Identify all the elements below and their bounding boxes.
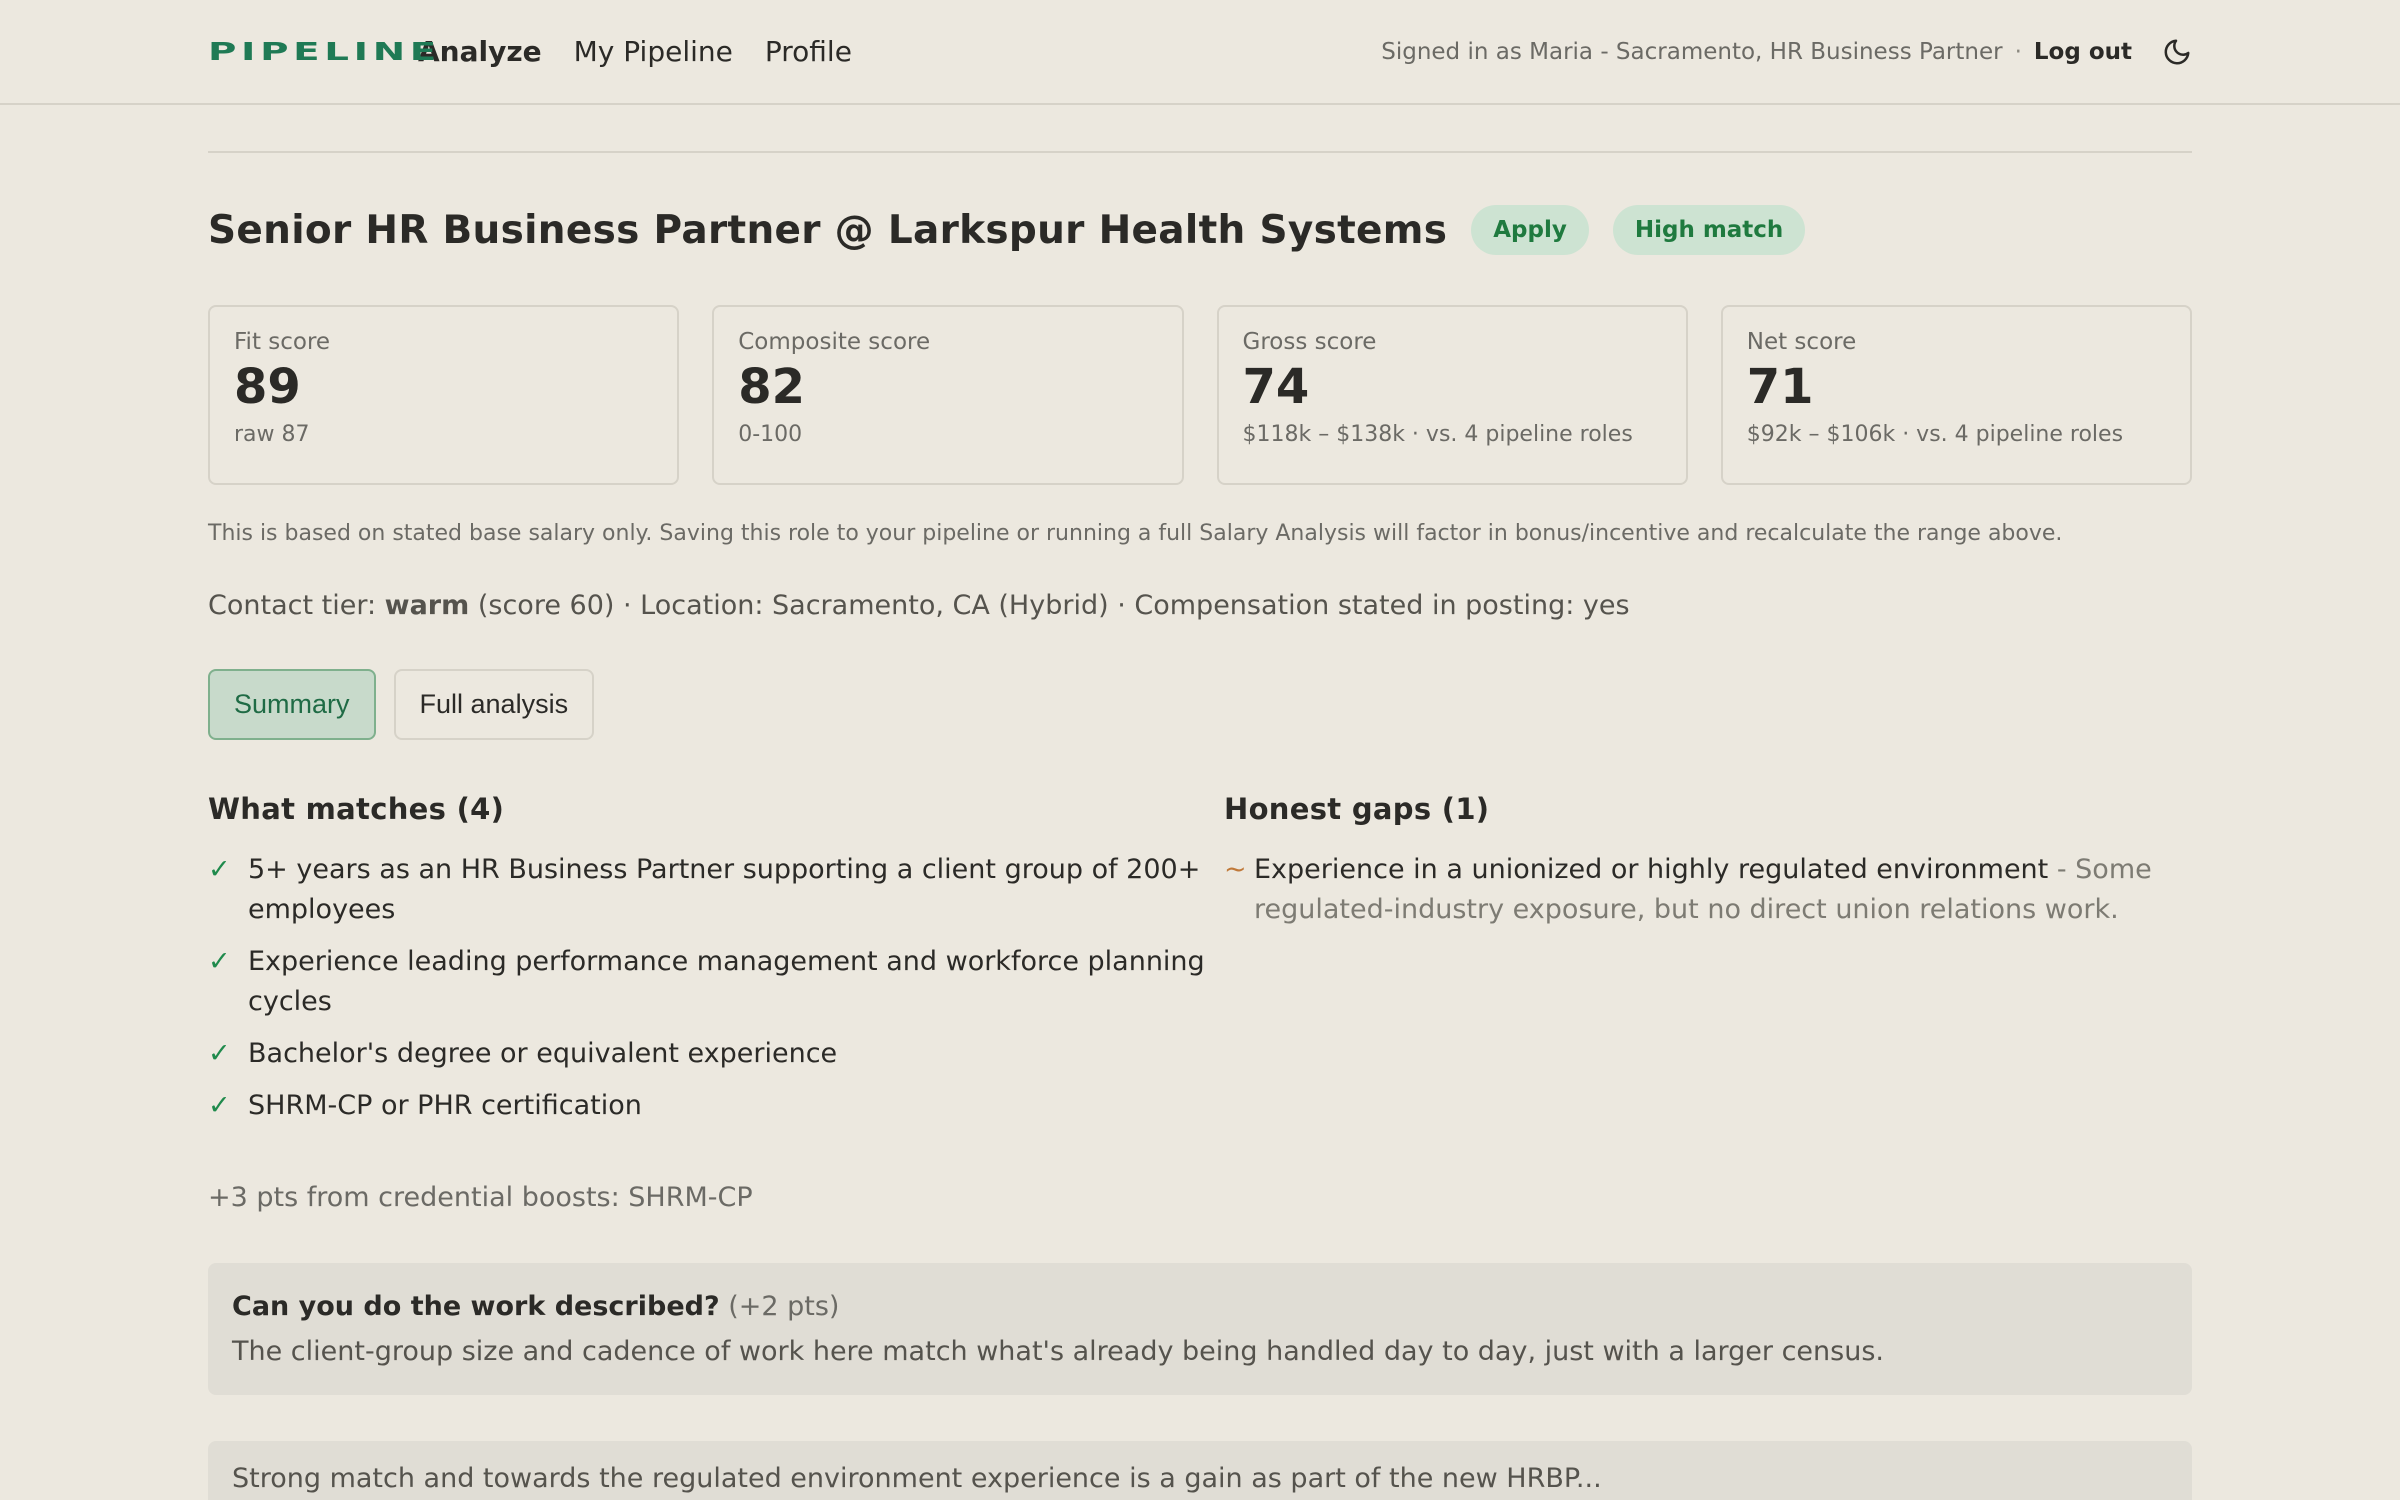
panel-question-text: Can you do the work described? xyxy=(232,1291,720,1322)
composite-score-card: Composite score 82 0-100 xyxy=(712,305,1184,485)
contact-line: Contact tier: warm (score 60) · Location… xyxy=(208,590,2192,621)
match-badge: High match xyxy=(1612,205,1806,255)
job-header: Senior HR Business Partner @ Larkspur He… xyxy=(208,205,2192,255)
card-label: Composite score xyxy=(738,329,931,355)
view-tabs: Summary Full analysis xyxy=(208,669,2192,740)
card-sub: raw 87 xyxy=(234,421,310,447)
contact-tier: warm xyxy=(384,590,470,621)
list-item: ✓ SHRM-CP or PHR certification xyxy=(208,1086,1224,1126)
logout-button[interactable]: Log out xyxy=(2034,39,2132,65)
gap-text: Experience in a unionized or highly regu… xyxy=(1254,850,2192,930)
next-panel-text: Strong match and towards the regulated e… xyxy=(232,1463,1602,1494)
work-fit-panel: Can you do the work described? (+2 pts) … xyxy=(208,1263,2192,1395)
gaps-heading: Honest gaps (1) xyxy=(1224,792,1490,826)
match-text: Bachelor's degree or equivalent experien… xyxy=(248,1038,838,1069)
contact-prefix: Contact tier: xyxy=(208,590,385,621)
score-cards: Fit score 89 raw 87 Composite score 82 0… xyxy=(208,305,2192,485)
list-item: ✓ Experience leading performance manageme… xyxy=(208,942,1224,1022)
gaps-list: ~ Experience in a unionized or highly reg… xyxy=(1224,850,2192,930)
matches-section: What matches (4) ✓ 5+ years as an HR Busi… xyxy=(208,792,1224,1138)
separator: · xyxy=(2014,38,2022,65)
nav-my-pipeline[interactable]: My Pipeline xyxy=(574,35,733,68)
match-columns: What matches (4) ✓ 5+ years as an HR Busi… xyxy=(208,792,2192,1138)
contact-suffix: (score 60) · Location: Sacramento, CA (H… xyxy=(469,590,1630,621)
gap-title: Experience in a unionized or highly regu… xyxy=(1254,854,2049,885)
matches-heading: What matches (4) xyxy=(208,792,505,826)
check-icon: ✓ xyxy=(208,946,231,977)
match-text: SHRM-CP or PHR certification xyxy=(248,1090,642,1121)
card-value: 89 xyxy=(234,359,301,415)
pipeline-logo[interactable]: PIPELINE xyxy=(208,37,534,66)
panel-pts: (+2 pts) xyxy=(719,1291,840,1322)
check-icon: ✓ xyxy=(208,854,231,885)
card-value: 71 xyxy=(1746,359,1814,415)
matches-list: ✓ 5+ years as an HR Business Partner supp… xyxy=(208,850,1224,1126)
list-item: ~ Experience in a unionized or highly reg… xyxy=(1224,850,2192,930)
card-label: Fit score xyxy=(234,329,331,355)
card-value: 82 xyxy=(738,359,806,415)
credential-boost: +3 pts from credential boosts: SHRM-CP xyxy=(208,1182,753,1213)
net-score-card: Net score 71 $92k – $106k · vs. 4 pipeli… xyxy=(1720,305,2192,485)
gaps-section: Honest gaps (1) ~ Experience in a unioniz… xyxy=(1224,792,2192,1138)
card-label: Gross score xyxy=(1242,329,1377,355)
moon-icon[interactable] xyxy=(2162,37,2192,67)
card-sub: $92k – $106k · vs. 4 pipeline roles xyxy=(1746,421,2124,447)
check-icon: ✓ xyxy=(208,1038,231,1069)
next-panel: Strong match and towards the regulated e… xyxy=(208,1441,2192,1500)
tab-summary[interactable]: Summary xyxy=(208,669,376,740)
fit-score-card: Fit score 89 raw 87 xyxy=(208,305,680,485)
salary-note: This is based on stated base salary only… xyxy=(208,521,2063,546)
list-item: ✓ Bachelor's degree or equivalent experie… xyxy=(208,1034,1224,1074)
match-text: 5+ years as an HR Business Partner suppo… xyxy=(248,854,1201,925)
check-icon: ✓ xyxy=(208,1090,231,1121)
card-value: 74 xyxy=(1242,359,1310,415)
panel-question: Can you do the work described? (+2 pts) xyxy=(232,1291,2168,1322)
top-nav: PIPELINE Analyze My Pipeline Profile Sig… xyxy=(0,0,2400,105)
signed-in-text: Signed in as Maria - Sacramento, HR Busi… xyxy=(1381,38,2003,65)
match-text: Experience leading performance managemen… xyxy=(248,946,1205,1017)
apply-badge: Apply xyxy=(1471,205,1589,255)
card-label: Net score xyxy=(1746,329,1857,355)
main-content: Senior HR Business Partner @ Larkspur He… xyxy=(0,151,2400,1500)
card-sub: 0-100 xyxy=(738,421,803,447)
gross-score-card: Gross score 74 $118k – $138k · vs. 4 pip… xyxy=(1216,305,1688,485)
nav-profile[interactable]: Profile xyxy=(765,35,852,68)
job-title: Senior HR Business Partner @ Larkspur He… xyxy=(208,207,1448,253)
divider xyxy=(208,151,2192,153)
panel-body: The client-group size and cadence of wor… xyxy=(232,1336,1884,1367)
card-sub: $118k – $138k · vs. 4 pipeline roles xyxy=(1242,421,1633,447)
tab-full-analysis[interactable]: Full analysis xyxy=(393,669,595,740)
tilde-icon: ~ xyxy=(1224,854,1247,885)
list-item: ✓ 5+ years as an HR Business Partner supp… xyxy=(208,850,1224,930)
user-area: Signed in as Maria - Sacramento, HR Busi… xyxy=(1381,37,2192,67)
